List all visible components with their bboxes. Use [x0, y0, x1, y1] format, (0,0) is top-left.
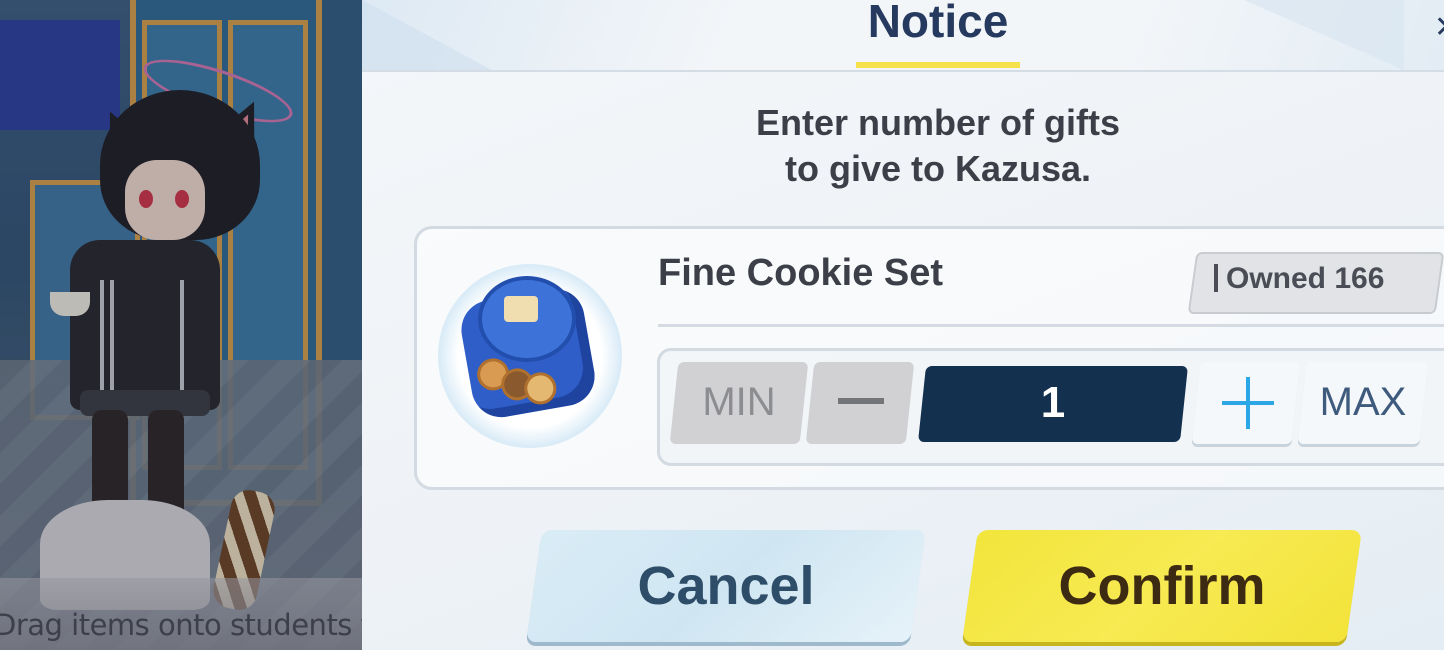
dialog-message: Enter number of gifts to give to Kazusa.: [362, 100, 1444, 192]
item-name: Fine Cookie Set: [658, 252, 944, 294]
notice-dialog: Notice ✕ Enter number of gifts to give t…: [362, 0, 1444, 650]
dialog-title: Notice: [867, 0, 1009, 47]
scene-dim-overlay: [0, 0, 362, 650]
minus-icon[interactable]: [838, 398, 884, 404]
quantity-value[interactable]: 1: [922, 378, 1184, 428]
hint-text: Drag items onto students t: [0, 608, 362, 642]
tin-lid: [478, 276, 576, 362]
game-scene: Drag items onto students t: [0, 0, 362, 650]
owned-count: Owned 166: [1214, 262, 1384, 296]
message-line-2: to give to Kazusa.: [784, 148, 1092, 189]
title-underline: [856, 62, 1020, 68]
cookie-tin-icon: [438, 264, 622, 448]
dialog-header: Notice ✕: [362, 0, 1444, 72]
confirm-button-label[interactable]: Confirm: [970, 555, 1354, 617]
owned-value: 166: [1334, 262, 1385, 295]
message-line-1: Enter number of gifts: [755, 102, 1120, 143]
min-button-label[interactable]: MIN: [674, 380, 804, 425]
divider: [658, 324, 1444, 327]
plus-icon-vertical[interactable]: [1246, 377, 1250, 429]
cancel-button-label[interactable]: Cancel: [534, 555, 918, 617]
owned-label: Owned: [1226, 262, 1327, 295]
close-icon[interactable]: ✕: [1434, 10, 1444, 45]
max-button-label[interactable]: MAX: [1302, 380, 1424, 425]
